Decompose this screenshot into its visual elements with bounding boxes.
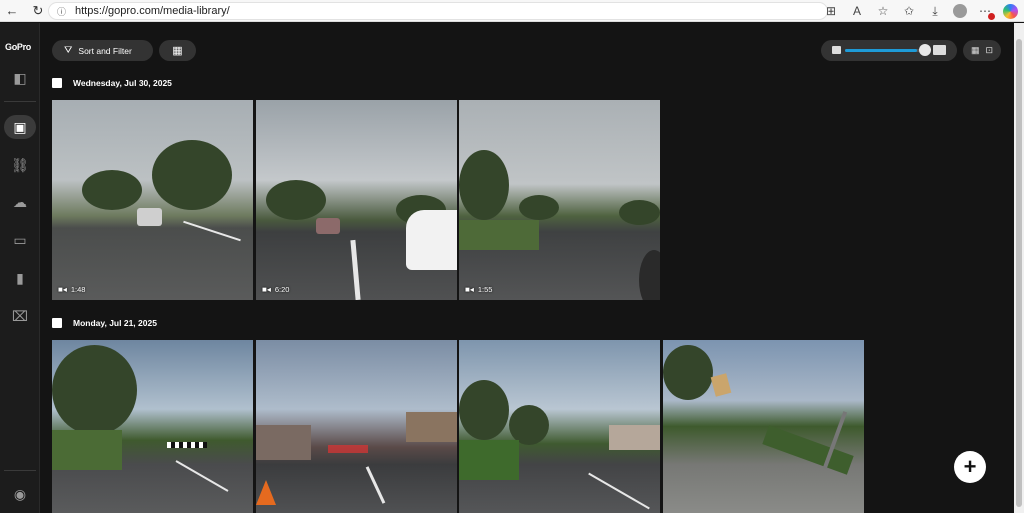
large-image-icon [933, 45, 946, 55]
refresh-icon[interactable]: ↻ [30, 3, 46, 19]
media-thumbnail[interactable]: ■◂ 1:55 [459, 100, 660, 300]
media-thumbnail[interactable]: ■◂ 1:48 [52, 100, 253, 300]
downloads-icon[interactable]: ⤓ [927, 3, 943, 19]
video-camera-icon: ■◂ [262, 285, 271, 294]
media-thumbnail[interactable] [663, 340, 864, 513]
view-toggle[interactable]: ▦ ⊡ [963, 40, 1001, 61]
media-thumbnail[interactable] [256, 340, 457, 513]
date-group-header: Monday, Jul 21, 2025 [52, 318, 157, 328]
page-scrollbar[interactable] [1014, 23, 1024, 513]
calendar-icon: ▦ [172, 45, 183, 57]
favorites-icon[interactable]: ✩ [901, 3, 917, 19]
add-media-button[interactable]: + [954, 451, 986, 483]
small-image-icon [832, 46, 841, 54]
url-text: https://gopro.com/media-library/ [75, 5, 230, 17]
favorite-star-icon[interactable]: ☆ [875, 3, 891, 19]
apps-icon[interactable]: ⊞ [823, 3, 839, 19]
sidebar: GoPro ◧ ▣ ⛓ ☁ ▭ ▮ ⌧ ◉ [0, 23, 40, 513]
sort-filter-label: Sort and Filter [78, 45, 132, 56]
select-group-checkbox[interactable] [52, 78, 62, 88]
grid-view-icon[interactable]: ▦ [971, 45, 980, 56]
media-thumbnail[interactable] [459, 340, 660, 513]
panel-toggle-icon[interactable]: ◧ [4, 66, 36, 90]
date-label: Monday, Jul 21, 2025 [73, 318, 157, 328]
links-icon[interactable]: ⛓ [4, 153, 36, 177]
video-camera-icon: ■◂ [58, 285, 67, 294]
account-icon[interactable]: ◉ [4, 482, 36, 506]
site-info-icon[interactable]: ⓘ [57, 5, 71, 18]
upload-icon[interactable]: ☁ [4, 190, 36, 214]
zoom-handle[interactable] [919, 44, 931, 56]
read-aloud-icon[interactable]: A [849, 3, 865, 19]
live-icon[interactable]: ▭ [4, 228, 36, 252]
select-group-checkbox[interactable] [52, 318, 62, 328]
date-label: Wednesday, Jul 30, 2025 [73, 78, 172, 88]
scrollbar-thumb[interactable] [1016, 39, 1022, 507]
focus-view-icon[interactable]: ⊡ [985, 45, 993, 56]
media-thumbnail[interactable]: ■◂ 6:20 [256, 100, 457, 300]
browser-toolbar: ← ↻ ⓘ https://gopro.com/media-library/ ⊞… [0, 0, 1024, 22]
sidebar-divider [4, 101, 36, 102]
media-library-icon[interactable]: ▣ [4, 115, 36, 139]
gopro-logo[interactable]: GoPro [5, 42, 31, 52]
profile-icon[interactable] [953, 4, 967, 18]
sort-filter-button[interactable]: ⛛ Sort and Filter [52, 40, 153, 61]
date-group-header: Wednesday, Jul 30, 2025 [52, 78, 172, 88]
calendar-button[interactable]: ▦ [159, 40, 196, 61]
video-duration: ■◂ 1:48 [58, 285, 86, 294]
zoom-slider[interactable] [821, 40, 957, 61]
sidebar-divider [4, 470, 36, 471]
video-duration: ■◂ 1:55 [465, 285, 493, 294]
back-icon[interactable]: ← [4, 3, 20, 19]
albums-icon[interactable]: ▮ [4, 266, 36, 290]
extensions-icon[interactable]: ⋯ [977, 3, 995, 20]
zoom-fill [845, 49, 917, 52]
copilot-icon[interactable] [1003, 3, 1018, 19]
media-thumbnail[interactable] [52, 340, 253, 513]
filter-icon: ⛛ [64, 45, 73, 56]
video-camera-icon: ■◂ [465, 285, 474, 294]
address-bar[interactable]: ⓘ https://gopro.com/media-library/ [48, 2, 828, 20]
trash-icon[interactable]: ⌧ [4, 304, 36, 328]
video-duration: ■◂ 6:20 [262, 285, 290, 294]
